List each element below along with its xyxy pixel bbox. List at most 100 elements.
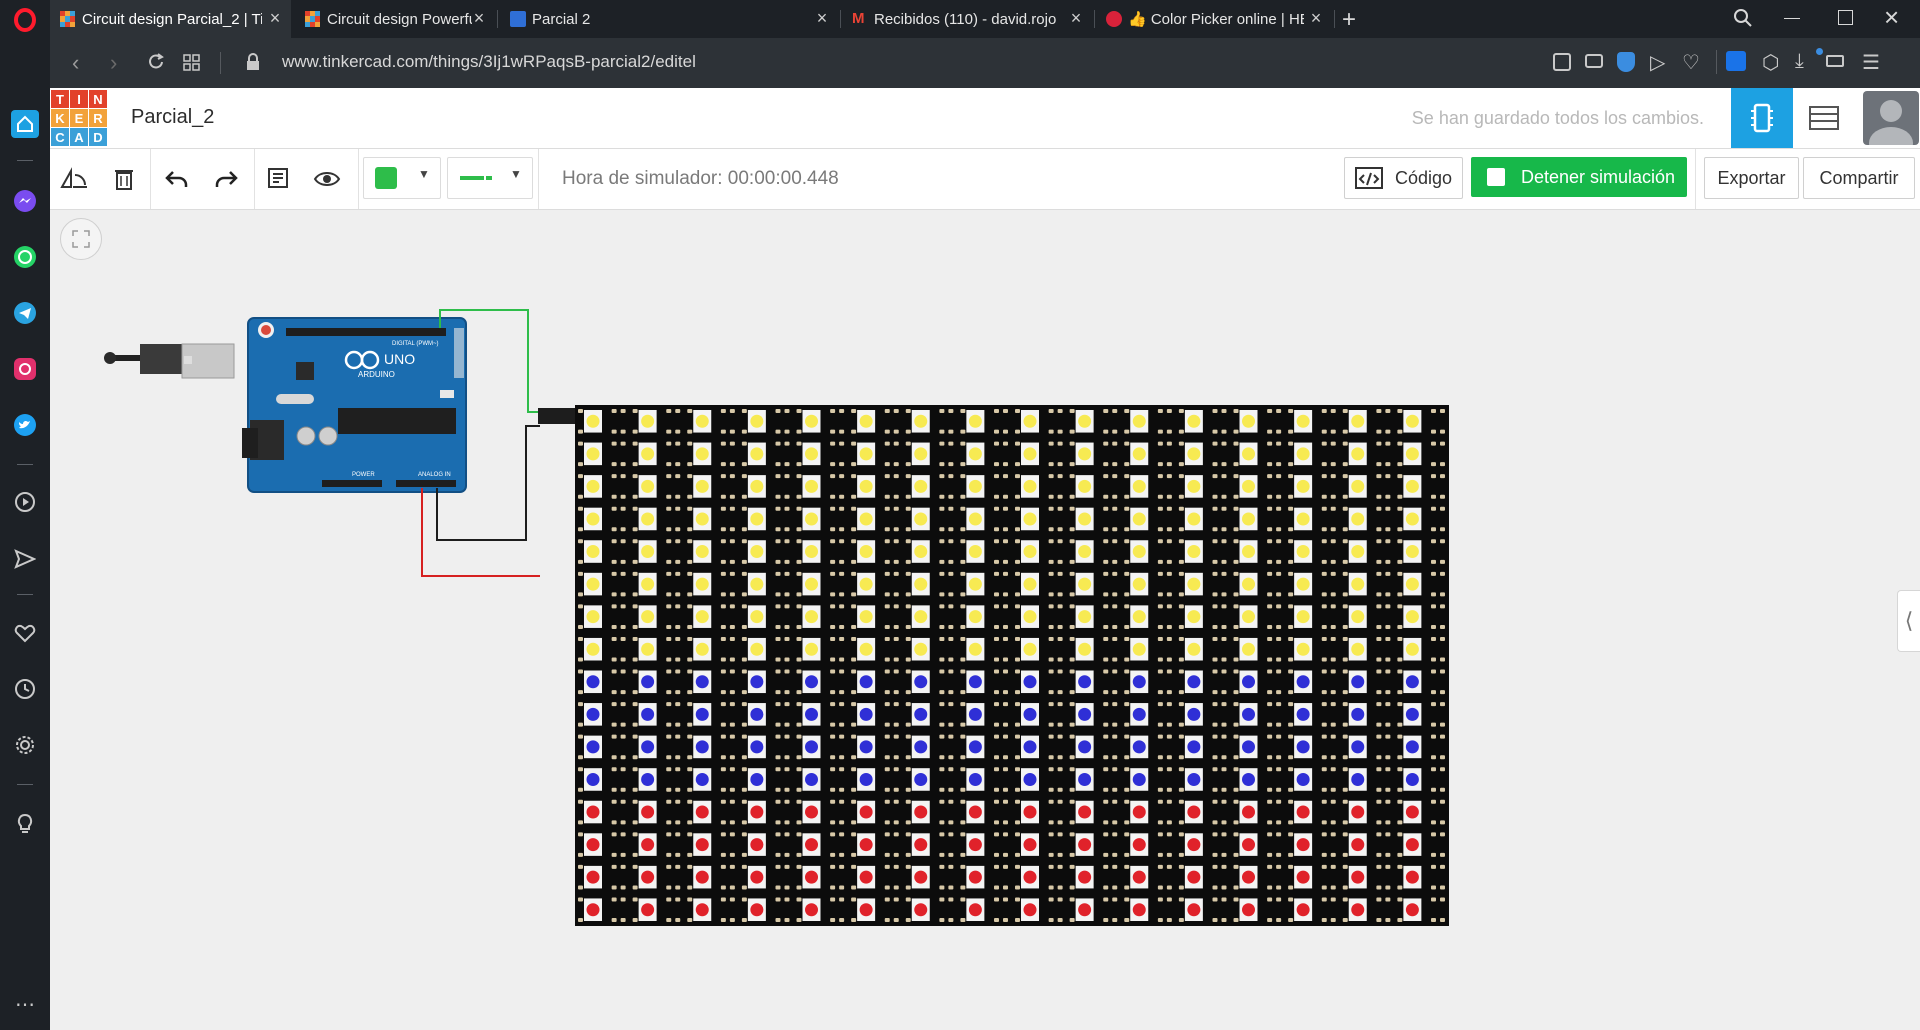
logo-letter: A — [70, 128, 88, 146]
right-panel-toggle[interactable]: ⟨ — [1897, 590, 1920, 652]
tab-parcial-2[interactable]: Parcial 2 × — [500, 0, 838, 38]
extensions-icon[interactable]: ⬡ — [1762, 50, 1779, 75]
bookmark-heart-icon[interactable]: ♡ — [1682, 50, 1700, 75]
reload-icon[interactable] — [146, 52, 166, 77]
camera-icon[interactable] — [1585, 54, 1603, 68]
vpn-shield-icon[interactable] — [1617, 52, 1635, 72]
tab-gmail[interactable]: M Recibidos (110) - david.rojo × — [842, 0, 1092, 38]
tinkercad-logo[interactable]: TIN KER CAD — [51, 90, 107, 146]
tab-label: 👍 Color Picker online | HEX — [1128, 11, 1304, 28]
rotate-button[interactable] — [56, 161, 92, 197]
trash-icon — [115, 170, 133, 190]
easy-setup-icon[interactable]: ☰ — [1862, 50, 1880, 75]
address-bar: ‹ › www.tinkercad.com/things/3Ij1wRPaqsB… — [50, 38, 1920, 88]
list-view-icon — [1809, 106, 1839, 130]
close-tab-icon[interactable]: × — [267, 9, 283, 27]
tab-circuit-parcial2[interactable]: Circuit design Parcial_2 | Tinkercad × — [50, 0, 291, 38]
whatsapp-icon[interactable] — [11, 243, 39, 271]
download-badge — [1816, 48, 1823, 55]
workplane-canvas[interactable]: ARDUINO UNO DIGITAL (PWM~) POWER ANALOG … — [50, 210, 1920, 1030]
tinkercad-icon — [60, 11, 76, 27]
arduino-model-text: UNO — [384, 351, 415, 367]
messenger-icon[interactable] — [11, 187, 39, 215]
logo-letter: N — [89, 90, 107, 108]
close-tab-icon[interactable]: × — [814, 9, 830, 27]
arduino-digital-label: DIGITAL (PWM~) — [392, 341, 439, 347]
back-icon[interactable]: ‹ — [72, 50, 79, 76]
wire-type-dropdown[interactable]: ▼ — [447, 157, 533, 199]
instagram-icon[interactable] — [11, 355, 39, 383]
notes-button[interactable] — [260, 161, 296, 197]
opera-logo-icon[interactable] — [11, 6, 39, 34]
code-icon — [1354, 167, 1383, 189]
translate-icon[interactable] — [1726, 51, 1746, 71]
neopixel-matrix[interactable] — [575, 405, 1449, 926]
logo-letter: E — [70, 109, 88, 127]
usb-cable — [104, 343, 235, 379]
export-button[interactable]: Exportar — [1704, 157, 1799, 199]
chevron-down-icon: ▼ — [510, 167, 522, 181]
heart-icon[interactable] — [11, 619, 39, 647]
logo-letter: R — [89, 109, 107, 127]
visibility-button[interactable] — [309, 161, 345, 197]
player-icon[interactable] — [11, 488, 39, 516]
close-window-icon[interactable]: × — [1884, 2, 1899, 33]
share-page-icon[interactable] — [1553, 53, 1571, 71]
delete-button[interactable] — [106, 161, 142, 197]
share-button[interactable]: Compartir — [1803, 157, 1915, 199]
redo-icon — [215, 171, 238, 187]
design-title[interactable]: Parcial_2 — [131, 106, 214, 129]
circuit-view-icon — [1751, 103, 1773, 133]
send-page-icon[interactable]: ▷ — [1650, 50, 1665, 75]
circuit-view-button[interactable] — [1731, 88, 1793, 148]
schematic-view-button[interactable] — [1793, 88, 1855, 148]
minimize-icon[interactable] — [1784, 18, 1800, 19]
eye-icon — [313, 172, 341, 186]
user-avatar-icon — [1869, 100, 1913, 145]
forward-icon[interactable]: › — [110, 50, 117, 76]
home-icon[interactable] — [11, 110, 39, 138]
logo-letter: I — [70, 90, 88, 108]
search-tabs-icon[interactable] — [1732, 7, 1754, 34]
speed-dial-icon[interactable] — [183, 54, 201, 77]
stop-simulation-button[interactable]: Detener simulación — [1471, 157, 1687, 197]
history-icon[interactable] — [11, 675, 39, 703]
notes-icon — [268, 168, 288, 188]
close-tab-icon[interactable]: × — [1068, 9, 1084, 27]
url-field[interactable]: www.tinkercad.com/things/3Ij1wRPaqsB-par… — [282, 52, 696, 72]
settings-icon[interactable] — [11, 731, 39, 759]
classroom-icon — [510, 11, 526, 27]
gmail-icon: M — [852, 10, 865, 27]
snapshot-icon[interactable] — [1826, 55, 1844, 67]
more-icon[interactable]: ⋯ — [11, 990, 39, 1018]
logo-letter: T — [51, 90, 69, 108]
save-status: Se han guardado todos los cambios. — [1411, 108, 1704, 128]
send-icon[interactable] — [11, 545, 39, 573]
new-tab-icon[interactable]: + — [1342, 6, 1356, 34]
export-label: Exportar — [1717, 167, 1786, 188]
tab-circuit-powerful[interactable]: Circuit design Powerful Inari × — [295, 0, 495, 38]
download-icon[interactable]: ⤓ — [1795, 50, 1804, 73]
fit-view-button[interactable] — [60, 218, 102, 260]
lightbulb-icon[interactable] — [11, 809, 39, 837]
twitter-icon[interactable] — [11, 411, 39, 439]
code-button[interactable]: Código — [1344, 157, 1463, 199]
close-tab-icon[interactable]: × — [1308, 9, 1324, 27]
telegram-icon[interactable] — [11, 299, 39, 327]
logo-letter: K — [51, 109, 69, 127]
undo-button[interactable] — [159, 161, 195, 197]
tab-color-picker[interactable]: 👍 Color Picker online | HEX × — [1096, 0, 1332, 38]
fit-view-icon — [72, 230, 90, 248]
close-tab-icon[interactable]: × — [471, 9, 487, 27]
color-swatch — [375, 167, 397, 189]
tab-bar: Circuit design Parcial_2 | Tinkercad × C… — [50, 0, 1920, 38]
restore-icon[interactable] — [1838, 10, 1853, 25]
color-dropdown[interactable]: ▼ — [363, 157, 441, 199]
matrix-connector — [538, 408, 580, 424]
avatar[interactable] — [1863, 91, 1919, 145]
lock-icon[interactable] — [246, 53, 260, 76]
redo-button[interactable] — [208, 161, 244, 197]
stop-simulation-label: Detener simulación — [1521, 166, 1676, 187]
browser-sidebar: ⋯ — [0, 0, 50, 1030]
tinkercad-icon — [305, 11, 321, 27]
